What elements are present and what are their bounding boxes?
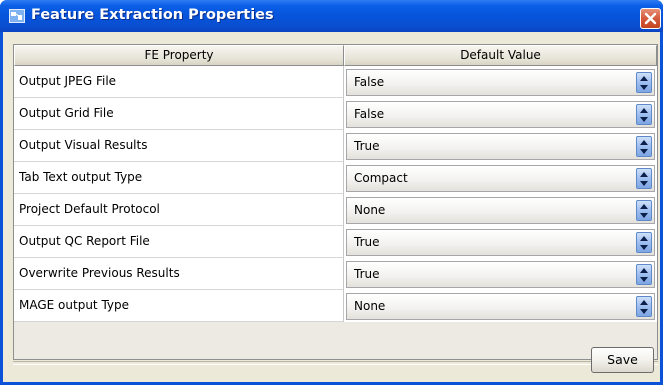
property-label: Output Visual Results — [14, 130, 344, 162]
properties-table: FE Property Default Value Output JPEG Fi… — [13, 44, 658, 360]
close-button[interactable] — [640, 8, 661, 29]
property-label: MAGE output Type — [14, 290, 344, 322]
table-row: Project Default Protocol None — [14, 194, 657, 226]
dropdown-value: False — [354, 107, 385, 121]
value-dropdown[interactable]: True — [346, 133, 655, 160]
footer-divider — [13, 361, 658, 365]
save-button[interactable]: Save — [591, 347, 654, 373]
property-label: Output Grid File — [14, 98, 344, 130]
header-default-value[interactable]: Default Value — [344, 45, 657, 66]
spinner-arrows-icon[interactable] — [636, 232, 652, 253]
app-icon — [9, 9, 25, 23]
value-dropdown[interactable]: True — [346, 229, 655, 256]
table-row: MAGE output Type None — [14, 290, 657, 322]
spinner-arrows-icon[interactable] — [636, 200, 652, 221]
value-dropdown[interactable]: False — [346, 101, 655, 128]
dialog-body: FE Property Default Value Output JPEG Fi… — [3, 32, 660, 382]
table-row: Overwrite Previous Results True — [14, 258, 657, 290]
dropdown-value: Compact — [354, 171, 408, 185]
property-label: Overwrite Previous Results — [14, 258, 344, 290]
spinner-arrows-icon[interactable] — [636, 72, 652, 93]
properties-window: Feature Extraction Properties FE Propert… — [0, 0, 663, 385]
table-row: Output QC Report File True — [14, 226, 657, 258]
window-title: Feature Extraction Properties — [31, 7, 274, 23]
table-row: Tab Text output Type Compact — [14, 162, 657, 194]
dropdown-value: True — [354, 235, 380, 249]
spinner-arrows-icon[interactable] — [636, 104, 652, 125]
spinner-arrows-icon[interactable] — [636, 136, 652, 157]
property-label: Output QC Report File — [14, 226, 344, 258]
close-icon — [644, 12, 657, 25]
value-dropdown[interactable]: None — [346, 293, 655, 320]
dropdown-value: None — [354, 299, 386, 313]
spinner-arrows-icon[interactable] — [636, 168, 652, 189]
dropdown-value: True — [354, 139, 380, 153]
property-label: Project Default Protocol — [14, 194, 344, 226]
table-row: Output Visual Results True — [14, 130, 657, 162]
table-header: FE Property Default Value — [14, 45, 657, 66]
table-row: Output JPEG File False — [14, 66, 657, 98]
spinner-arrows-icon[interactable] — [636, 296, 652, 317]
dropdown-value: True — [354, 267, 380, 281]
table-empty-area — [14, 322, 657, 359]
title-bar[interactable]: Feature Extraction Properties — [0, 0, 663, 32]
value-dropdown[interactable]: True — [346, 261, 655, 288]
spinner-arrows-icon[interactable] — [636, 264, 652, 285]
dropdown-value: False — [354, 75, 385, 89]
property-label: Tab Text output Type — [14, 162, 344, 194]
value-dropdown[interactable]: False — [346, 69, 655, 96]
value-dropdown[interactable]: Compact — [346, 165, 655, 192]
header-fe-property[interactable]: FE Property — [14, 45, 344, 66]
property-label: Output JPEG File — [14, 66, 344, 98]
dropdown-value: None — [354, 203, 386, 217]
value-dropdown[interactable]: None — [346, 197, 655, 224]
table-row: Output Grid File False — [14, 98, 657, 130]
